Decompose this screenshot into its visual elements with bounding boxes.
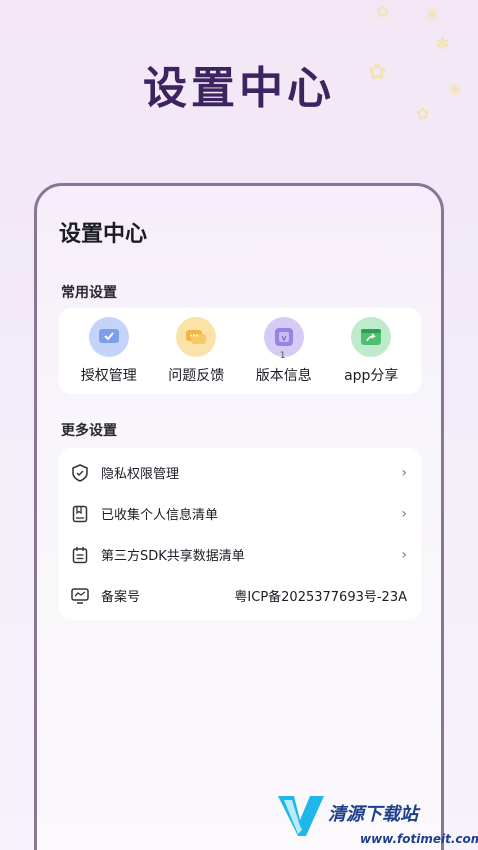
more-settings-card: 隐私权限管理 › 已收集个人信息清单 › 第三方SDK共享数据清单 › 备案号 … [59,448,421,620]
feedback-label: 问题反馈 [168,368,225,384]
chevron-right-icon: › [401,546,407,563]
share-icon [351,317,392,357]
version-info-label: 版本信息 [255,368,312,384]
svg-text:v: v [281,334,286,343]
icp-record-label: 备案号 [101,590,141,605]
privacy-permission-row[interactable]: 隐私权限管理 › [59,452,421,493]
more-settings-label: 更多设置 [61,423,117,439]
chevron-right-icon: › [401,505,407,522]
monitor-icon [71,587,89,605]
icp-record-value: 粤ICP备2025377693号-23A [234,590,407,605]
watermark-name: 清源下载站 [328,804,418,825]
collected-info-row[interactable]: 已收集个人信息清单 › [59,493,421,534]
icp-record-row: 备案号 粤ICP备2025377693号-23A [59,575,421,616]
auth-icon [88,317,129,357]
watermark-url: www.fotimeit.com [360,832,478,846]
auth-management-label: 授权管理 [80,368,137,384]
feedback-icon [176,317,217,357]
screen-title: 设置中心 [59,222,148,247]
third-party-sdk-label: 第三方SDK共享数据清单 [101,549,245,564]
page-title: 设置中心 [143,63,335,114]
watermark-logo [278,796,324,836]
third-party-sdk-row[interactable]: 第三方SDK共享数据清单 › [59,534,421,575]
shield-icon [71,463,89,482]
common-settings-card: 授权管理 问题反馈 v 1 版本信息 app分享 [59,308,421,394]
auth-management-button[interactable]: 授权管理 [66,317,152,385]
privacy-permission-label: 隐私权限管理 [101,467,180,482]
app-share-label: app分享 [344,368,399,384]
common-settings-label: 常用设置 [61,285,117,301]
collected-info-label: 已收集个人信息清单 [101,508,219,523]
chevron-right-icon: › [401,464,407,481]
version-info-button[interactable]: v 1 版本信息 [241,317,327,385]
app-share-button[interactable]: app分享 [328,317,414,385]
watermark: 清源下载站 www.fotimeit.com [276,786,478,846]
version-badge: 1 [279,351,286,361]
calendar-list-icon [71,546,89,564]
feedback-button[interactable]: 问题反馈 [153,317,239,385]
phone-frame: 设置中心 常用设置 授权管理 问题反馈 v 1 版本信息 app分享 更多设置 … [34,183,444,850]
book-icon [71,505,89,523]
